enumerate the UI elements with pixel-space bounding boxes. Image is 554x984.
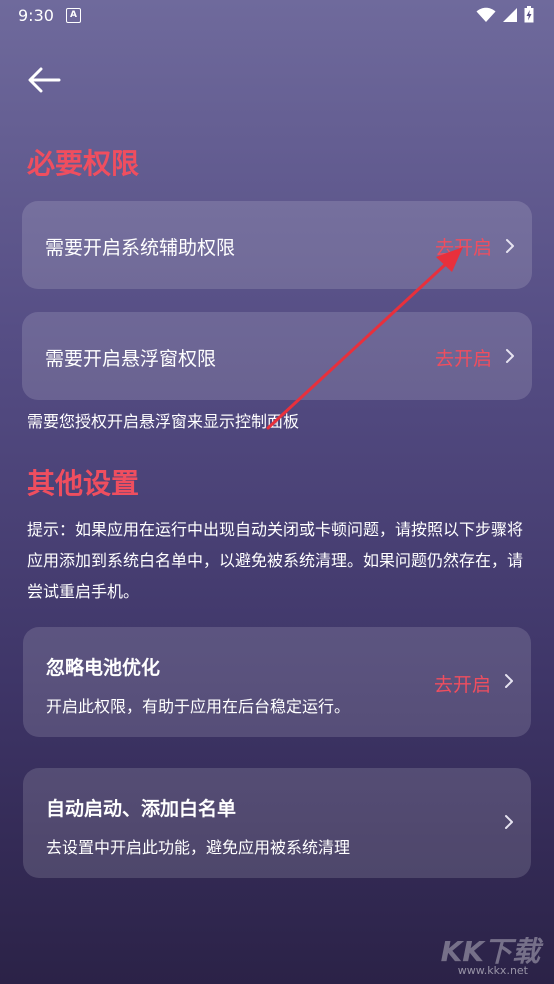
accessibility-permission-label: 需要开启系统辅助权限 bbox=[45, 237, 236, 259]
accessibility-permission-row[interactable]: 需要开启系统辅助权限 去开启 bbox=[22, 201, 532, 289]
accessibility-enable-link[interactable]: 去开启 bbox=[435, 233, 492, 260]
section-title-required: 必要权限 bbox=[27, 147, 140, 180]
battery-enable-link[interactable]: 去开启 bbox=[434, 670, 491, 697]
overlay-permission-row[interactable]: 需要开启悬浮窗权限 去开启 bbox=[22, 312, 532, 400]
chevron-right-icon bbox=[505, 674, 513, 688]
autostart-title: 自动启动、添加白名单 bbox=[46, 798, 237, 820]
autostart-whitelist-row[interactable]: 自动启动、添加白名单 去设置中开启此功能，避免应用被系统清理 bbox=[23, 768, 531, 878]
wifi-icon bbox=[476, 7, 496, 22]
battery-optimization-title: 忽略电池优化 bbox=[46, 657, 161, 679]
whitelist-hint: 提示：如果应用在运行中出现自动关闭或卡顿问题，请按照以下步骤将应用添加到系统白名… bbox=[27, 520, 524, 601]
notification-icon: A bbox=[66, 8, 81, 23]
status-time: 9:30 bbox=[18, 6, 54, 25]
battery-icon bbox=[524, 6, 534, 23]
overlay-enable-link[interactable]: 去开启 bbox=[435, 344, 492, 371]
signal-icon bbox=[503, 7, 517, 22]
watermark-url: www.kkx.net bbox=[457, 964, 528, 977]
battery-optimization-desc: 开启此权限，有助于应用在后台稳定运行。 bbox=[46, 697, 351, 716]
chevron-right-icon bbox=[505, 815, 513, 829]
battery-optimization-row[interactable]: 忽略电池优化 开启此权限，有助于应用在后台稳定运行。 去开启 bbox=[23, 627, 531, 737]
overlay-note: 需要您授权开启悬浮窗来显示控制面板 bbox=[27, 412, 300, 431]
system-icons bbox=[476, 6, 534, 23]
back-arrow-icon bbox=[28, 67, 61, 93]
status-bar: 9:30 A bbox=[0, 0, 554, 34]
autostart-desc: 去设置中开启此功能，避免应用被系统清理 bbox=[46, 838, 351, 857]
chevron-right-icon bbox=[506, 239, 514, 253]
back-button[interactable] bbox=[22, 60, 66, 100]
chevron-right-icon bbox=[506, 349, 514, 363]
section-title-other: 其他设置 bbox=[27, 467, 140, 500]
overlay-permission-label: 需要开启悬浮窗权限 bbox=[45, 348, 217, 370]
